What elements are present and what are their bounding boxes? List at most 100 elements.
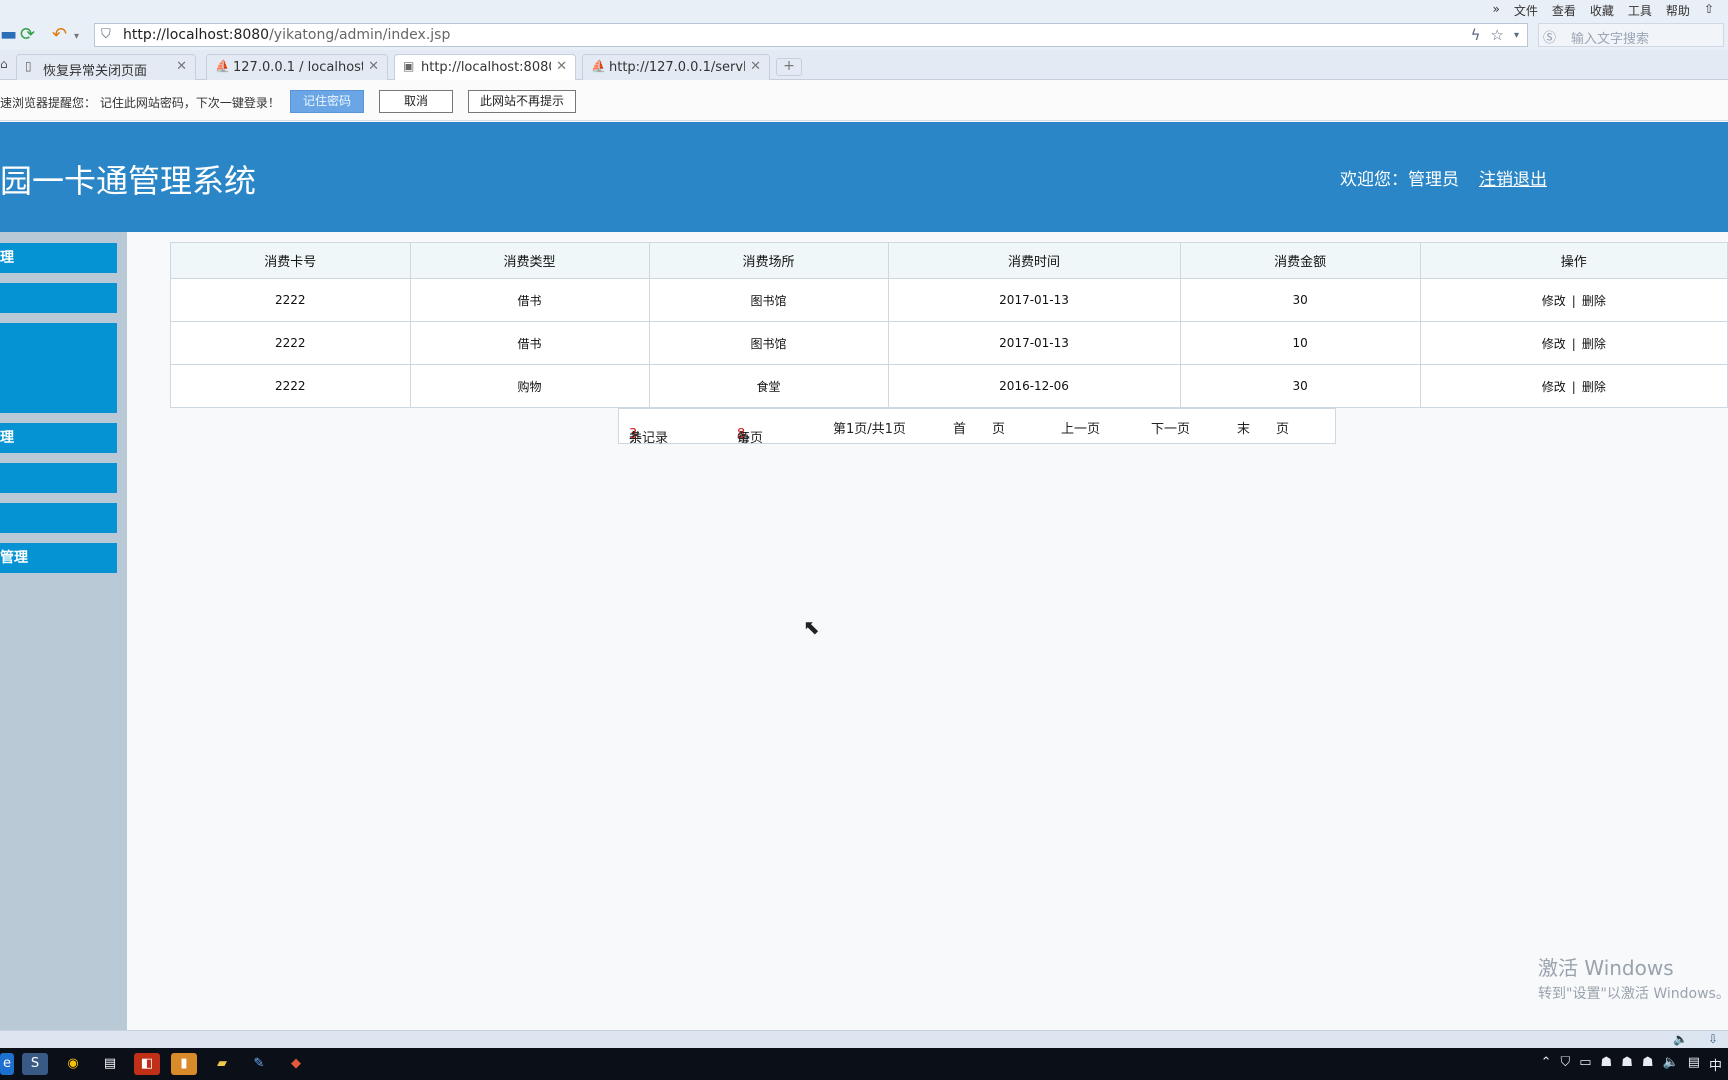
cell-time: 2017-01-13 [887, 321, 1181, 365]
sidebar-item-6[interactable] [0, 463, 117, 493]
system-tray: ⌃ ⛉ ▭ ☗ ☗ ☗ 🔈 ▤ 中 [1541, 1055, 1722, 1074]
app-red-taskbar-icon[interactable]: ◧ [134, 1053, 160, 1075]
search-box[interactable]: Ⓢ 输入文字搜索 [1538, 23, 1724, 47]
sidebar-item-2[interactable] [0, 283, 117, 313]
table-row: 2222 购物 食堂 2016-12-06 30 修改 | 删除 [170, 364, 1728, 408]
cell-card: 2222 [170, 321, 411, 365]
browser-status-bar: 🔈 ⇩ [0, 1030, 1728, 1048]
address-bar[interactable]: ⛉ http://localhost:8080/yikatong/admin/i… [94, 23, 1528, 47]
close-icon[interactable]: ✕ [176, 59, 187, 74]
table-row: 2222 借书 图书馆 2017-01-13 10 修改 | 删除 [170, 321, 1728, 365]
chevron-down-icon[interactable]: ▾ [1514, 26, 1519, 46]
sidebar-item-1[interactable]: 理 [0, 243, 117, 273]
delete-link[interactable]: 删除 [1582, 294, 1606, 308]
edit-link[interactable]: 修改 [1542, 294, 1566, 308]
password-prompt-bar: 速浏览器提醒您： 记住此网站密码，下次一键登录！ 记住密码 取消 此网站不再提示 [0, 81, 1728, 121]
editor-taskbar-icon[interactable]: ▤ [97, 1053, 123, 1075]
volume-icon[interactable]: 🔈 [1663, 1055, 1679, 1074]
folder-taskbar-icon[interactable]: ▰ [209, 1053, 235, 1075]
star-icon[interactable]: ☆ [1491, 26, 1504, 46]
app-taskbar-icon[interactable]: ◆ [283, 1053, 309, 1075]
lightning-icon[interactable]: ϟ [1471, 26, 1481, 46]
cell-type: 借书 [409, 278, 650, 322]
menu-view[interactable]: 查看 [1552, 2, 1576, 19]
ie-taskbar-icon[interactable]: e [0, 1053, 14, 1075]
menu-file[interactable]: 文件 [1514, 2, 1538, 19]
column-header-time: 消费时间 [887, 242, 1181, 279]
refresh-icon[interactable]: ⟳ [20, 24, 35, 46]
sidebar-item-7[interactable] [0, 503, 117, 533]
sidebar-item-5[interactable]: 理 [0, 423, 117, 453]
sidebar-item-4[interactable] [0, 383, 117, 413]
sogou-browser-taskbar-icon[interactable]: S [22, 1053, 48, 1075]
download-status-icon[interactable]: ⇩ [1708, 1032, 1718, 1046]
pager-prev-link[interactable]: 上一页 [1061, 418, 1100, 437]
cell-actions: 修改 | 删除 [1419, 278, 1728, 322]
tab-active-localhost[interactable]: ▣ http://localhost:8080/y ✕ [394, 54, 576, 80]
column-header-actions: 操作 [1419, 242, 1728, 279]
table-row: 2222 借书 图书馆 2017-01-13 30 修改 | 删除 [170, 278, 1728, 322]
qq-icon[interactable]: ☗ [1601, 1055, 1613, 1074]
watermark-subtitle: 转到"设置"以激活 Windows。 [1538, 986, 1728, 1002]
remember-password-button[interactable]: 记住密码 [290, 90, 364, 113]
pma-icon: ⛵ [215, 59, 230, 73]
pager-first-link[interactable]: 首 页 [953, 418, 1005, 437]
undo-dropdown-icon[interactable]: ▾ [74, 26, 79, 48]
pager-last-link[interactable]: 末 页 [1237, 418, 1289, 437]
volume-status-icon[interactable]: 🔈 [1673, 1032, 1688, 1046]
cancel-button[interactable]: 取消 [379, 90, 453, 113]
network-icon[interactable]: ▭ [1579, 1055, 1591, 1074]
close-icon[interactable]: ✕ [368, 59, 379, 74]
home-icon[interactable]: ⌂ [0, 57, 8, 71]
page-icon: ▣ [403, 59, 415, 73]
cell-time: 2016-12-06 [887, 364, 1181, 408]
password-prompt-message: 速浏览器提醒您： 记住此网站密码，下次一键登录！ [0, 96, 280, 110]
cell-type: 借书 [409, 321, 650, 365]
welcome-text: 欢迎您：管理员 [1340, 170, 1459, 190]
search-placeholder[interactable]: 输入文字搜索 [1571, 28, 1649, 47]
cell-actions: 修改 | 删除 [1419, 364, 1728, 408]
pagination: 共 3 条记录 每页 8 条 第1页/共1页 首 页 上一页 下一页 末 页 [618, 408, 1336, 446]
cell-card: 2222 [170, 364, 411, 408]
logout-link[interactable]: 注销退出 [1479, 165, 1547, 190]
sidebar-item-3[interactable] [0, 323, 117, 383]
close-icon[interactable]: ✕ [750, 59, 761, 74]
delete-link[interactable]: 删除 [1582, 337, 1606, 351]
never-prompt-button[interactable]: 此网站不再提示 [468, 90, 576, 113]
undo-icon[interactable]: ↶ [52, 24, 67, 46]
cell-amount: 30 [1179, 278, 1421, 322]
tab-phpmyadmin[interactable]: ⛵ 127.0.0.1 / localhost / ✕ [206, 54, 388, 80]
new-tab-button[interactable]: + [776, 58, 802, 76]
menu-tools[interactable]: 工具 [1628, 2, 1652, 19]
column-header-card: 消费卡号 [170, 242, 411, 279]
edit-link[interactable]: 修改 [1542, 337, 1566, 351]
menu-help[interactable]: 帮助 [1666, 2, 1690, 19]
qq-icon[interactable]: ☗ [1642, 1055, 1654, 1074]
sidebar: 理 理 管理 [0, 232, 127, 1030]
edit-link[interactable]: 修改 [1542, 380, 1566, 394]
app-header: 园一卡通管理系统 欢迎您：管理员 注销退出 [0, 122, 1728, 232]
menu-collapse[interactable]: ⇧ [1704, 2, 1714, 19]
delete-link[interactable]: 删除 [1582, 380, 1606, 394]
chevron-up-icon[interactable]: ⌃ [1541, 1055, 1552, 1074]
qq-icon[interactable]: ☗ [1621, 1055, 1633, 1074]
address-url[interactable]: http://localhost:8080/yikatong/admin/ind… [123, 27, 450, 43]
menu-favorites[interactable]: 收藏 [1590, 2, 1614, 19]
browser-menus: » 文件 查看 收藏 工具 帮助 ⇧ [1493, 2, 1714, 19]
search-engine-icon[interactable]: Ⓢ [1543, 27, 1556, 46]
tool-taskbar-icon[interactable]: ✎ [246, 1053, 272, 1075]
close-icon[interactable]: ✕ [556, 59, 567, 74]
cell-card: 2222 [170, 278, 411, 322]
column-header-place: 消费场所 [648, 242, 889, 279]
chrome-taskbar-icon[interactable]: ◉ [60, 1053, 86, 1075]
tab-restore[interactable]: ▯ 恢复异常关闭页面 ✕ [16, 54, 196, 80]
menu-more[interactable]: » [1493, 2, 1500, 19]
sidebar-item-8[interactable]: 管理 [0, 543, 117, 573]
ime-indicator[interactable]: 中 [1709, 1055, 1722, 1074]
shield-tray-icon[interactable]: ⛉ [1560, 1055, 1570, 1074]
notification-icon[interactable]: ▤ [1688, 1055, 1700, 1074]
tab-servlet[interactable]: ⛵ http://127.0.0.1/servlet ✕ [582, 54, 770, 80]
app-orange-taskbar-icon[interactable]: ▮ [171, 1053, 197, 1075]
back-icon[interactable]: ▬ [0, 24, 17, 46]
pager-next-link[interactable]: 下一页 [1151, 418, 1190, 437]
